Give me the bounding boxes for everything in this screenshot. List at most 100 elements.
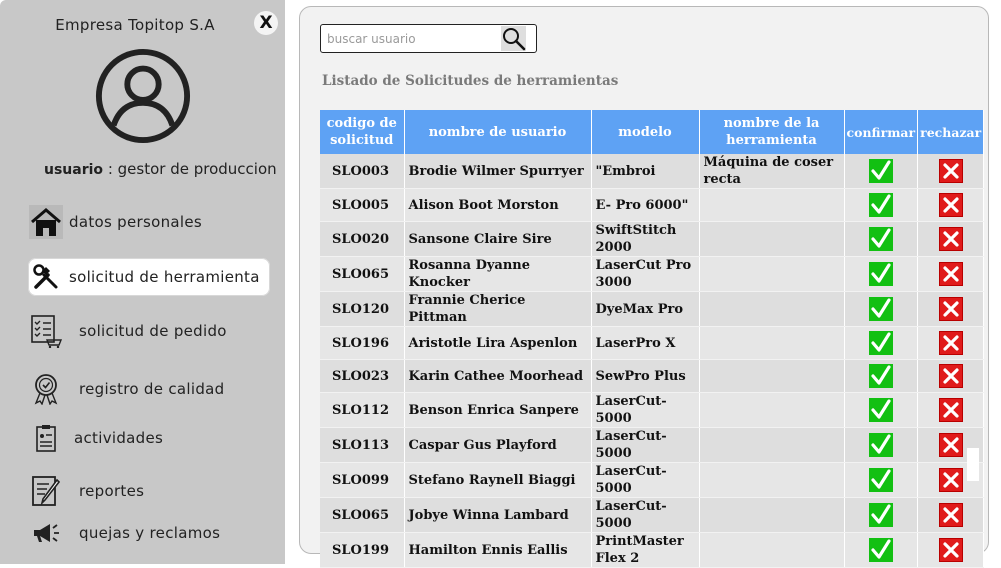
table-row: SLO120 Frannie Cherice Pittman DyeMax Pro — [320, 291, 985, 327]
user-role: : gestor de produccion — [103, 160, 277, 178]
cell-model: LaserCut-5000 — [591, 427, 700, 463]
reject-x-icon[interactable] — [938, 331, 963, 355]
reject-x-icon[interactable] — [938, 297, 963, 321]
company-name: Empresa Topitop S.A — [55, 16, 215, 34]
header-confirm: confirmar — [844, 110, 919, 154]
cell-code: SLO005 — [320, 188, 405, 222]
cell-user-name: Karin Cathee Moorhead — [404, 359, 592, 393]
confirm-check-icon[interactable] — [868, 193, 893, 217]
confirm-check-icon[interactable] — [868, 262, 893, 286]
nav-item-datos-personales[interactable]: datos personales — [28, 203, 270, 241]
cell-user-name: Aristotle Lira Aspenlon — [404, 326, 592, 360]
confirm-check-icon[interactable] — [868, 331, 893, 355]
header-tool: nombre de la herramienta — [699, 110, 845, 154]
reject-x-icon[interactable] — [938, 227, 963, 251]
requests-table: codigo de solicitud nombre de usuario mo… — [320, 110, 985, 568]
nav-item-solicitud-herramienta[interactable]: solicitud de herramienta — [28, 258, 270, 296]
confirm-check-icon[interactable] — [868, 297, 893, 321]
table-row: SLO003 Brodie Wilmer Spurryer "Embroi Máqui… — [320, 154, 985, 189]
nav-label: quejas y reclamos — [79, 524, 221, 542]
confirm-check-icon[interactable] — [868, 398, 893, 422]
cell-tool-name — [699, 392, 845, 428]
confirm-check-icon[interactable] — [868, 503, 893, 527]
table-row: SLO099 Stefano Raynell Biaggi LaserCut-500… — [320, 462, 985, 498]
reject-x-icon[interactable] — [938, 364, 963, 388]
confirm-check-icon[interactable] — [868, 159, 893, 183]
reject-x-icon[interactable] — [938, 468, 963, 492]
cell-tool-name — [699, 326, 845, 360]
confirm-check-icon[interactable] — [868, 364, 893, 388]
close-button[interactable]: X — [254, 11, 278, 35]
search-icon — [503, 28, 526, 51]
cell-confirm — [844, 256, 919, 292]
cell-confirm — [844, 188, 919, 222]
table-row: SLO196 Aristotle Lira Aspenlon LaserPro X — [320, 326, 985, 360]
cell-user-name: Alison Boot Morston — [404, 188, 592, 222]
nav-label: datos personales — [69, 213, 202, 231]
table-row: SLO113 Caspar Gus Playford LaserCut-5000 — [320, 427, 985, 463]
cell-user-name: Brodie Wilmer Spurryer — [404, 154, 592, 189]
cell-reject — [917, 256, 985, 292]
list-title: Listado de Solicitudes de herramientas — [322, 73, 619, 89]
reject-x-icon[interactable] — [938, 503, 963, 527]
cell-code: SLO065 — [320, 256, 405, 292]
confirm-check-icon[interactable] — [868, 538, 893, 562]
confirm-check-icon[interactable] — [868, 433, 893, 457]
scrollbar-thumb[interactable] — [967, 448, 979, 481]
confirm-check-icon[interactable] — [868, 468, 893, 492]
table-row: SLO065 Rosanna Dyanne Knocker LaserCut Pro… — [320, 256, 985, 292]
nav-item-solicitud-pedido[interactable]: solicitud de pedido — [28, 312, 270, 350]
cell-reject — [917, 221, 985, 257]
cell-model: DyeMax Pro — [591, 291, 700, 327]
reject-x-icon[interactable] — [938, 262, 963, 286]
cell-code: SLO020 — [320, 221, 405, 257]
confirm-check-icon[interactable] — [868, 227, 893, 251]
table-row: SLO023 Karin Cathee Moorhead SewPro Plus — [320, 359, 985, 393]
cell-tool-name — [699, 221, 845, 257]
cell-confirm — [844, 359, 919, 393]
cell-model: LaserCut-5000 — [591, 392, 700, 428]
nav-label: solicitud de pedido — [79, 322, 227, 340]
cell-tool-name — [699, 188, 845, 222]
report-edit-icon — [28, 473, 64, 509]
cell-tool-name — [699, 256, 845, 292]
cell-reject — [917, 532, 985, 568]
reject-x-icon[interactable] — [938, 159, 963, 183]
cell-tool-name — [699, 359, 845, 393]
nav-item-reportes[interactable]: reportes — [28, 472, 270, 510]
nav-item-registro-calidad[interactable]: registro de calidad — [28, 370, 270, 408]
table-row: SLO020 Sansone Claire Sire SwiftStitch 200… — [320, 221, 985, 257]
cell-model: SewPro Plus — [591, 359, 700, 393]
main-panel: Listado de Solicitudes de herramientas c… — [299, 6, 989, 568]
reject-x-icon[interactable] — [938, 538, 963, 562]
table-row: SLO005 Alison Boot Morston E- Pro 6000" — [320, 188, 985, 222]
reject-x-icon[interactable] — [938, 433, 963, 457]
header-reject: rechazar — [917, 110, 985, 154]
cell-user-name: Jobye Winna Lambard — [404, 497, 592, 533]
reject-x-icon[interactable] — [938, 398, 963, 422]
search-button[interactable] — [501, 26, 526, 51]
cell-reject — [917, 291, 985, 327]
nav-item-actividades[interactable]: actividades — [28, 419, 270, 457]
cell-tool-name — [699, 462, 845, 498]
cell-model: LaserCut-5000 — [591, 497, 700, 533]
cell-model: LaserPro X — [591, 326, 700, 360]
search-input[interactable] — [325, 28, 499, 50]
home-icon — [28, 204, 64, 240]
table-row: SLO112 Benson Enrica Sanpere LaserCut-5000 — [320, 392, 985, 428]
cell-code: SLO003 — [320, 154, 405, 189]
cell-model: E- Pro 6000" — [591, 188, 700, 222]
nav-label: actividades — [74, 429, 164, 447]
table-header-row: codigo de solicitud nombre de usuario mo… — [320, 110, 985, 154]
cell-confirm — [844, 427, 919, 463]
cell-model: PrintMaster Flex 2 — [591, 532, 700, 568]
cell-reject — [917, 326, 985, 360]
table-row: SLO065 Jobye Winna Lambard LaserCut-5000 — [320, 497, 985, 533]
cell-model: "Embroi — [591, 154, 700, 189]
nav-item-quejas-reclamos[interactable]: quejas y reclamos — [28, 514, 270, 552]
user-role-line: usuario : gestor de produccion — [44, 160, 277, 178]
reject-x-icon[interactable] — [938, 193, 963, 217]
cell-model: LaserCut Pro 3000 — [591, 256, 700, 292]
cell-code: SLO120 — [320, 291, 405, 327]
cell-reject — [917, 188, 985, 222]
